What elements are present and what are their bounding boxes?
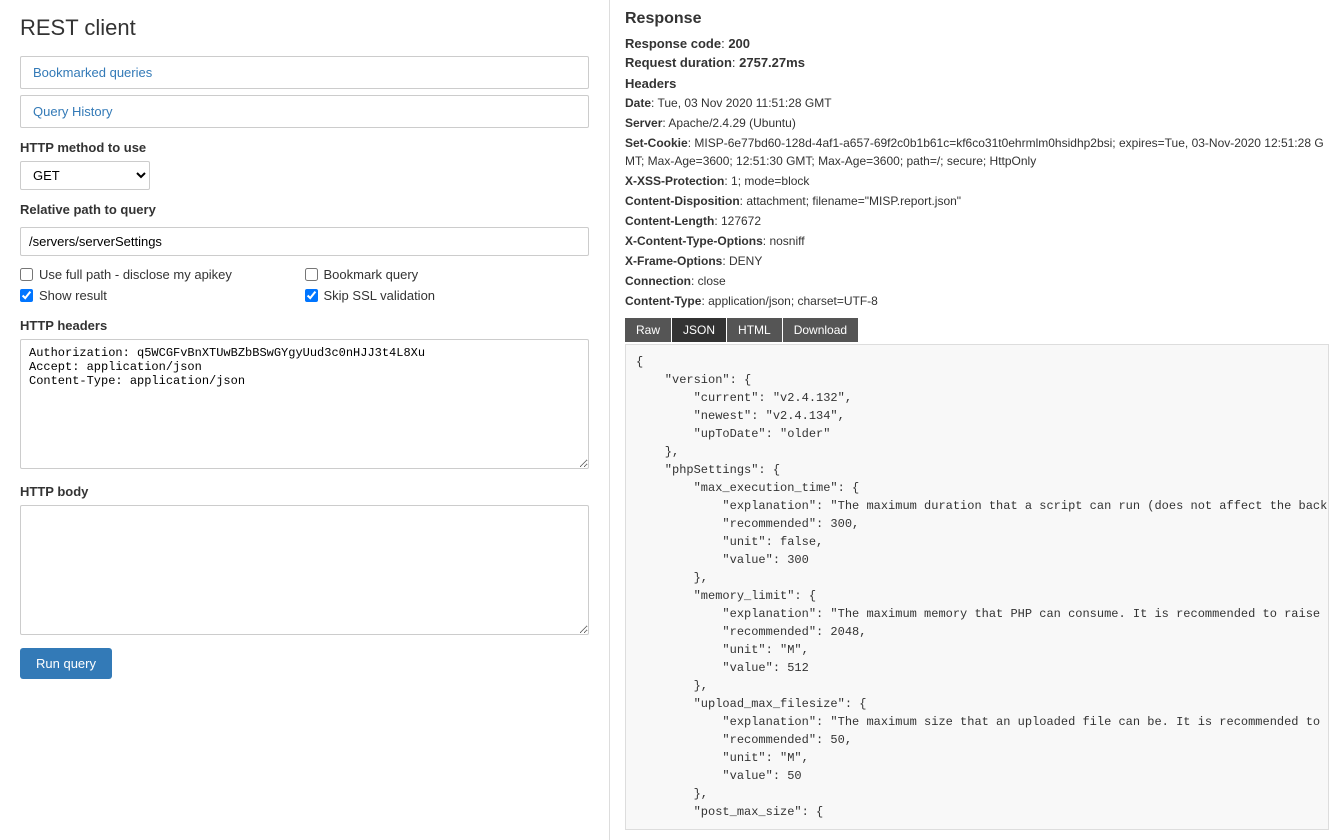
show-result-option: Show result	[20, 285, 305, 306]
bookmarked-queries-button[interactable]: Bookmarked queries	[20, 56, 589, 89]
header-value: attachment; filename="MISP.report.json"	[746, 194, 961, 208]
header-key: Content-Type	[625, 294, 701, 308]
http-headers-label: HTTP headers	[20, 318, 589, 333]
http-body-textarea[interactable]	[20, 505, 589, 635]
header-key: X-Content-Type-Options	[625, 234, 763, 248]
use-full-path-checkbox[interactable]	[20, 268, 33, 281]
header-row: X-XSS-Protection: 1; mode=block	[625, 172, 1329, 190]
show-result-label: Show result	[39, 288, 107, 303]
header-key: Connection	[625, 274, 691, 288]
json-output: { "version": { "current": "v2.4.132", "n…	[625, 344, 1329, 830]
skip-ssl-label: Skip SSL validation	[324, 288, 436, 303]
headers-title: Headers	[625, 76, 1329, 91]
relative-path-label: Relative path to query	[20, 202, 589, 217]
tab-html[interactable]: HTML	[727, 318, 782, 342]
tab-json[interactable]: JSON	[672, 318, 726, 342]
header-row: Connection: close	[625, 272, 1329, 290]
header-key: X-Frame-Options	[625, 254, 722, 268]
use-full-path-label: Use full path - disclose my apikey	[39, 267, 232, 282]
run-query-button[interactable]: Run query	[20, 648, 112, 679]
header-row: X-Frame-Options: DENY	[625, 252, 1329, 270]
response-code-value: 200	[728, 36, 750, 51]
skip-ssl-option: Skip SSL validation	[305, 285, 590, 306]
http-body-label: HTTP body	[20, 484, 589, 499]
options-grid: Use full path - disclose my apikey Bookm…	[20, 264, 589, 306]
skip-ssl-checkbox[interactable]	[305, 289, 318, 302]
header-value: DENY	[729, 254, 762, 268]
header-value: MISP-6e77bd60-128d-4af1-a657-69f2c0b1b61…	[625, 136, 1324, 168]
header-value: nosniff	[769, 234, 804, 248]
http-method-label: HTTP method to use	[20, 140, 589, 155]
header-value: close	[698, 274, 726, 288]
request-duration-label: Request duration	[625, 55, 732, 70]
header-value: application/json; charset=UTF-8	[708, 294, 878, 308]
header-row: Set-Cookie: MISP-6e77bd60-128d-4af1-a657…	[625, 134, 1329, 170]
header-value: Apache/2.4.29 (Ubuntu)	[668, 116, 795, 130]
header-key: X-XSS-Protection	[625, 174, 724, 188]
header-key: Content-Disposition	[625, 194, 740, 208]
header-row: Content-Type: application/json; charset=…	[625, 292, 1329, 310]
tab-raw[interactable]: Raw	[625, 318, 671, 342]
tab-download[interactable]: Download	[783, 318, 858, 342]
response-code-row: Response code: 200	[625, 36, 1329, 51]
format-tabs: Raw JSON HTML Download	[625, 318, 1329, 342]
query-history-button[interactable]: Query History	[20, 95, 589, 128]
response-code-label: Response code	[625, 36, 721, 51]
header-row: Content-Length: 127672	[625, 212, 1329, 230]
bookmark-query-checkbox[interactable]	[305, 268, 318, 281]
header-key: Server	[625, 116, 662, 130]
header-key: Content-Length	[625, 214, 714, 228]
right-panel: Response Response code: 200 Request dura…	[610, 0, 1344, 840]
path-input[interactable]: /servers/serverSettings	[20, 227, 589, 256]
header-value: Tue, 03 Nov 2020 11:51:28 GMT	[657, 96, 831, 110]
request-duration-row: Request duration: 2757.27ms	[625, 55, 1329, 70]
header-value: 1; mode=block	[731, 174, 809, 188]
header-row: Date: Tue, 03 Nov 2020 11:51:28 GMT	[625, 94, 1329, 112]
response-title: Response	[625, 10, 1329, 28]
header-key: Date	[625, 96, 651, 110]
header-value: 127672	[721, 214, 761, 228]
bookmark-query-label: Bookmark query	[324, 267, 419, 282]
bookmark-query-option: Bookmark query	[305, 264, 590, 285]
header-key: Set-Cookie	[625, 136, 688, 150]
headers-list: Date: Tue, 03 Nov 2020 11:51:28 GMT Serve…	[625, 94, 1329, 310]
show-result-checkbox[interactable]	[20, 289, 33, 302]
page-title: REST client	[20, 15, 589, 41]
http-method-select[interactable]: GET POST PUT DELETE PATCH HEAD	[20, 161, 150, 190]
headers-section: Headers Date: Tue, 03 Nov 2020 11:51:28 …	[625, 76, 1329, 310]
header-row: X-Content-Type-Options: nosniff	[625, 232, 1329, 250]
header-row: Server: Apache/2.4.29 (Ubuntu)	[625, 114, 1329, 132]
http-headers-textarea[interactable]: Authorization: q5WCGFvBnXTUwBZbBSwGYgyUu…	[20, 339, 589, 469]
use-full-path-option: Use full path - disclose my apikey	[20, 264, 305, 285]
left-panel: REST client Bookmarked queries Query His…	[0, 0, 610, 840]
header-row: Content-Disposition: attachment; filenam…	[625, 192, 1329, 210]
request-duration-value: 2757.27ms	[739, 55, 805, 70]
